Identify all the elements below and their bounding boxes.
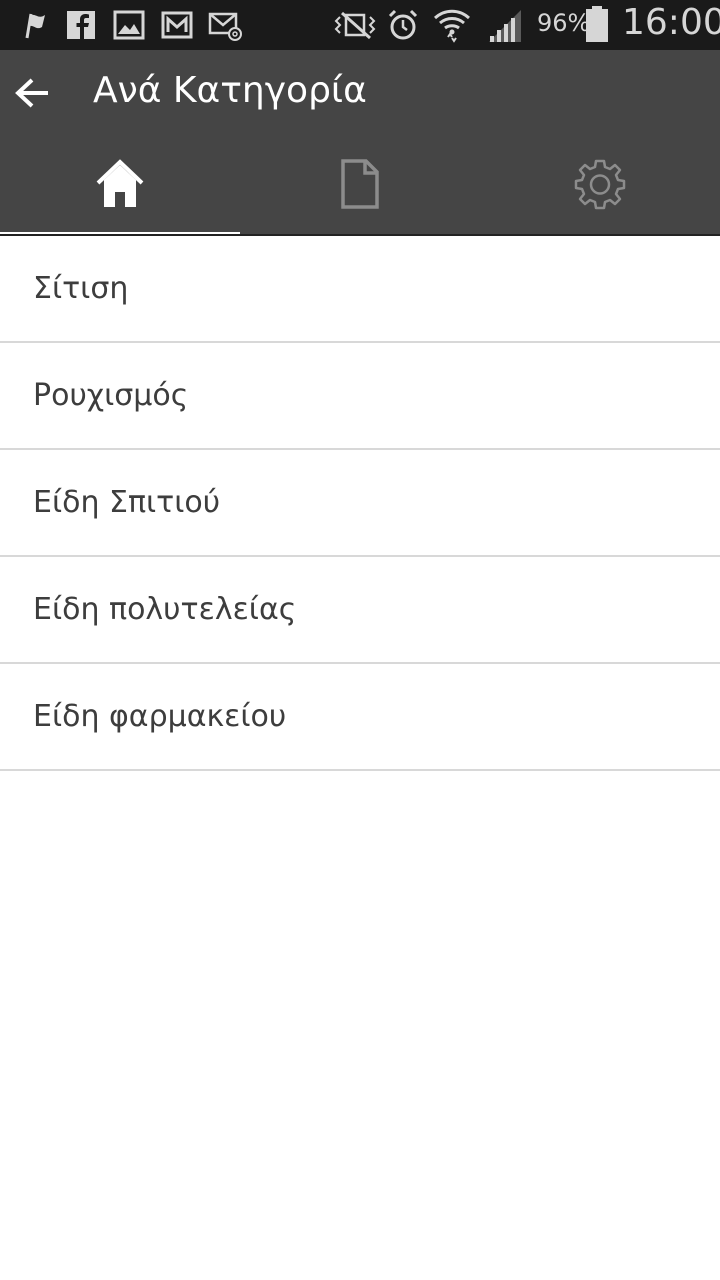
list-item-rouxismos[interactable]: Ρουχισμός (0, 343, 720, 450)
flag-icon (25, 13, 45, 39)
tab-settings[interactable] (480, 136, 720, 236)
signal-icon (489, 10, 521, 42)
vibrate-mute-icon (334, 11, 376, 40)
gallery-icon (113, 10, 145, 40)
wifi-icon (433, 9, 471, 43)
list-item-label: Είδη πολυτελείας (33, 592, 297, 627)
battery-icon (586, 6, 608, 42)
alarm-icon (388, 9, 418, 40)
gmail-icon (161, 11, 193, 39)
document-icon (341, 159, 379, 209)
tab-document[interactable] (240, 136, 480, 236)
list-item-label: Είδη Σπιτιού (33, 485, 221, 520)
list-item-sitisi[interactable]: Σίτιση (0, 236, 720, 343)
tab-bar (0, 136, 720, 236)
back-arrow-icon[interactable] (12, 72, 54, 114)
email-icon (208, 12, 242, 41)
page-title: Ανά Κατηγορία (93, 70, 367, 111)
list-item-label: Είδη φαρμακείου (33, 699, 287, 734)
list-item-eidi-polyteleias[interactable]: Είδη πολυτελείας (0, 557, 720, 664)
home-icon (96, 159, 144, 207)
category-list: Σίτιση Ρουχισμός Είδη Σπιτιού Είδη πολυτ… (0, 236, 720, 771)
clock: 16:00 (622, 2, 720, 43)
settings-icon (574, 159, 626, 210)
list-item-label: Ρουχισμός (33, 378, 189, 413)
list-item-eidi-farmakeiou[interactable]: Είδη φαρμακείου (0, 664, 720, 771)
app-bar: Ανά Κατηγορία (0, 50, 720, 136)
status-bar: 96% 16:00 (0, 0, 720, 50)
tab-home[interactable] (0, 136, 240, 236)
list-item-eidi-spitiou[interactable]: Είδη Σπιτιού (0, 450, 720, 557)
battery-percentage: 96% (537, 9, 591, 37)
list-item-label: Σίτιση (33, 271, 129, 306)
facebook-icon (67, 11, 95, 39)
